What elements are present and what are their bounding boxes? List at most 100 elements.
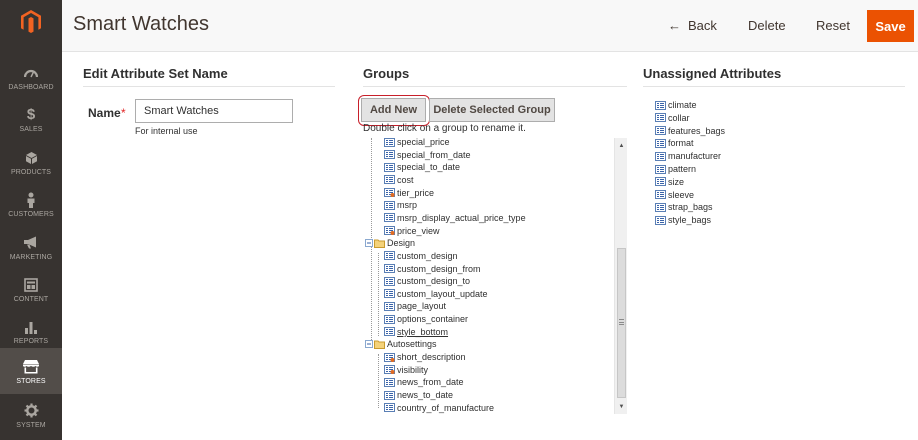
tree-attribute-label: short_description [397,352,466,363]
tree-attribute-label: special_from_date [397,149,471,160]
admin-sidebar: DASHBOARD $ SALES PRODUCTS CUSTOMERS MAR… [0,0,62,440]
tree-attribute-item[interactable]: msrp_display_actual_price_type [384,212,526,224]
unassigned-attribute-item[interactable]: features_bags [655,125,725,137]
tree-attribute-item[interactable]: price_view [384,225,440,237]
gear-icon [22,402,40,420]
groups-title: Groups [363,66,410,81]
unassigned-attribute-item[interactable]: style_bags [655,214,711,226]
tree-attribute-item[interactable]: news_from_date [384,376,464,388]
unassigned-attribute-item[interactable]: collar [655,112,690,124]
tree-attribute-item[interactable]: custom_design [384,250,458,262]
attribute-icon [384,352,395,362]
nav-marketing[interactable]: MARKETING [0,226,62,268]
attribute-set-name-input[interactable] [135,99,293,123]
unassigned-attribute-label: format [668,138,694,149]
attribute-icon [384,138,395,147]
attribute-icon [384,226,395,236]
magento-logo[interactable] [0,0,62,44]
tree-connector [378,354,379,408]
unassigned-attribute-item[interactable]: climate [655,99,697,111]
tree-attribute-item[interactable]: custom_design_to [384,275,470,287]
nav-label: SYSTEM [16,421,46,429]
delete-selected-group-button[interactable]: Delete Selected Group [429,98,555,122]
nav-customers[interactable]: CUSTOMERS [0,183,62,225]
tree-attribute-item[interactable]: options_container [384,313,468,325]
nav-label: MARKETING [9,253,53,261]
nav-products[interactable]: PRODUCTS [0,141,62,183]
delete-button[interactable]: Delete [748,18,786,33]
tree-attribute-item[interactable]: cost [384,174,414,186]
nav-label: REPORTS [13,337,49,345]
unassigned-attribute-item[interactable]: manufacturer [655,150,721,162]
tree-attribute-item[interactable]: custom_layout_update [384,288,488,300]
groups-hint: Double click on a group to rename it. [363,123,526,134]
tree-attribute-item[interactable]: style_bottom [384,326,448,338]
nav-label: CUSTOMERS [8,210,54,218]
nav-label: SALES [19,125,43,133]
tree-group-design[interactable]: Design [365,237,415,249]
tree-attribute-item[interactable]: special_to_date [384,161,460,173]
tree-attribute-label: options_container [397,314,469,325]
tree-attribute-item[interactable]: visibility [384,364,428,376]
tree-attribute-item[interactable]: page_layout [384,300,446,312]
section-divider [83,86,335,87]
tree-attribute-label: custom_design_to [397,276,471,287]
attribute-icon [655,126,666,136]
unassigned-attribute-item[interactable]: size [655,176,684,188]
nav-dashboard[interactable]: DASHBOARD [0,56,62,98]
attribute-icon [655,138,666,148]
tree-attribute-item[interactable]: special_from_date [384,149,471,161]
tree-group-autosettings[interactable]: Autosettings [365,338,437,350]
name-label: Name [88,106,121,120]
collapse-toggle-icon[interactable] [365,340,373,349]
store-icon [22,358,40,376]
tree-attribute-item[interactable]: special_price [384,138,450,148]
groups-tree[interactable]: special_price special_from_date special_to… [362,138,627,414]
unassigned-attribute-item[interactable]: sleeve [655,189,694,201]
attribute-icon [384,301,395,311]
tree-attribute-item[interactable]: news_to_date [384,389,453,401]
unassigned-attribute-item[interactable]: pattern [655,163,696,175]
scrollbar-thumb[interactable] [617,248,626,398]
tree-attribute-item[interactable]: tier_price [384,187,434,199]
tree-connector [371,246,372,344]
nav-content[interactable]: CONTENT [0,268,62,310]
attribute-icon [384,175,395,185]
unassigned-attribute-item[interactable]: strap_bags [655,201,713,213]
nav-reports[interactable]: REPORTS [0,310,62,352]
attribute-icon [384,377,395,387]
dashboard-icon [22,64,40,82]
unassigned-attribute-label: pattern [668,164,697,174]
cube-icon [22,149,40,167]
add-new-group-button[interactable]: Add New [361,98,426,122]
page-header: Smart Watches ← Back Delete Reset Save [62,0,918,52]
tree-attribute-item[interactable]: country_of_manufacture [384,402,494,414]
tree-attribute-item[interactable]: short_description [384,351,466,363]
save-button[interactable]: Save [867,10,914,42]
edit-set-name-title: Edit Attribute Set Name [83,66,228,81]
nav-sales[interactable]: $ SALES [0,98,62,140]
nav-stores[interactable]: STORES [0,348,62,394]
attribute-icon [655,113,666,123]
tree-attribute-item[interactable]: msrp [384,199,417,211]
tree-attribute-item[interactable]: custom_design_from [384,263,481,275]
nav-system[interactable]: SYSTEM [0,394,62,436]
dollar-icon: $ [26,106,36,123]
scroll-up-arrow-icon[interactable]: ▲ [615,141,628,151]
unassigned-attribute-item[interactable]: format [655,137,694,149]
attribute-icon [384,150,395,160]
attribute-icon [384,264,395,273]
collapse-toggle-icon[interactable] [365,239,373,248]
attribute-icon [384,213,395,223]
groups-scrollbar[interactable]: ▲ ▼ [614,138,627,414]
tree-group-label: Design [387,238,416,249]
magento-logo-icon [21,10,41,33]
scroll-down-arrow-icon[interactable]: ▼ [615,402,628,412]
tree-group-label: Autosettings [387,339,437,350]
attribute-icon [384,251,395,261]
page-title: Smart Watches [73,13,209,35]
attribute-icon [655,215,666,225]
reset-button[interactable]: Reset [816,18,850,33]
attribute-icon [384,327,395,337]
nav-label: DASHBOARD [8,83,54,91]
